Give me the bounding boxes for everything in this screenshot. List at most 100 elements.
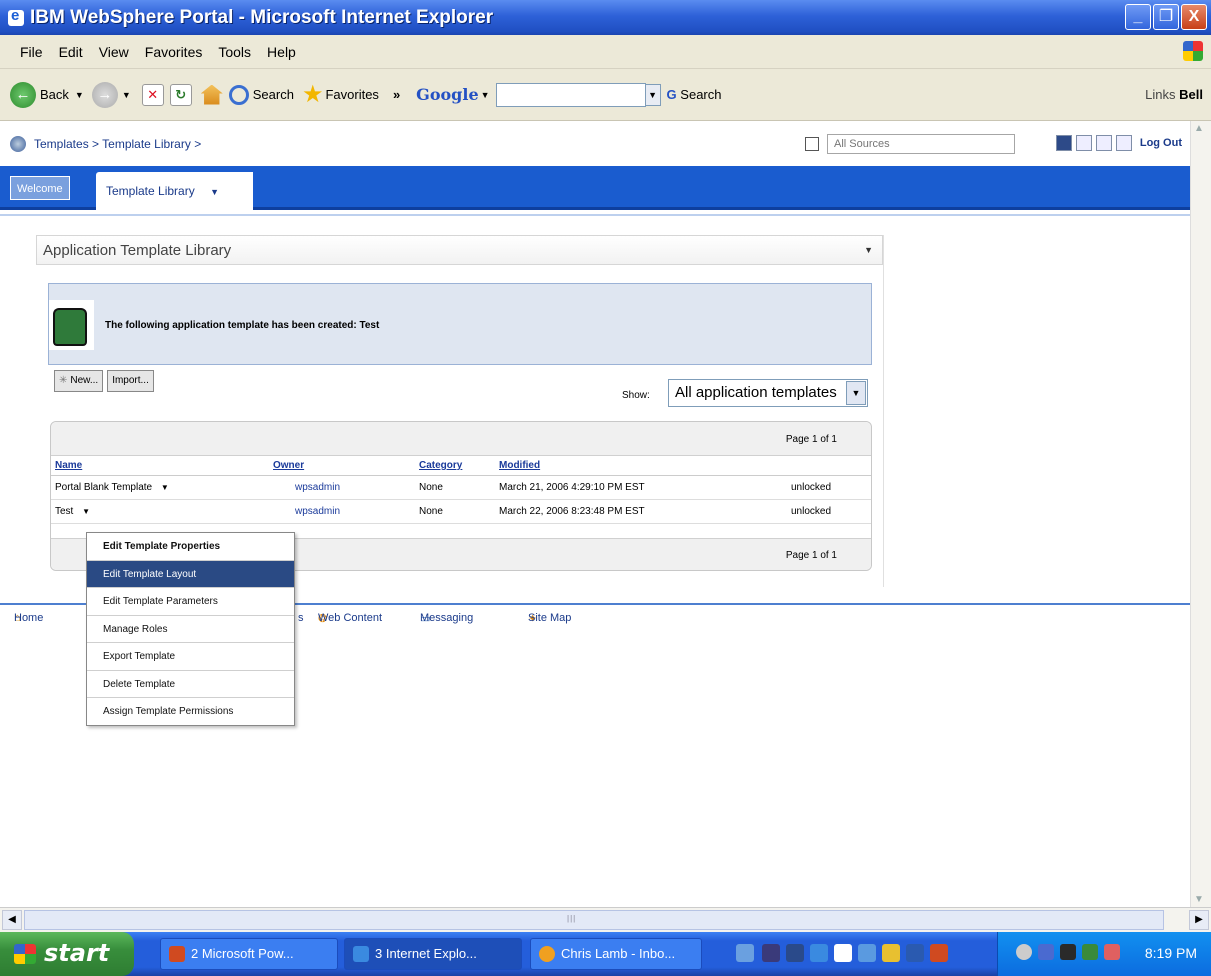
favorites-button[interactable]: ★ Favorites [302, 80, 379, 109]
scroll-left-icon[interactable]: ◀ [2, 910, 22, 930]
column-name[interactable]: Name [55, 460, 82, 471]
horizontal-scroll-thumb[interactable] [24, 910, 1164, 930]
menu-view[interactable]: View [99, 44, 129, 60]
close-button[interactable]: X [1181, 4, 1207, 30]
menu-item-edit-properties[interactable]: Edit Template Properties [87, 533, 294, 561]
help-icon[interactable] [1115, 135, 1132, 151]
menu-item-assign-permissions[interactable]: Assign Template Permissions [87, 698, 294, 726]
new-page-icon[interactable] [1075, 135, 1092, 151]
menu-tools[interactable]: Tools [218, 44, 251, 60]
tab-template-library[interactable]: Template Library ▼ [96, 172, 253, 210]
quicklaunch-icon-4[interactable] [810, 944, 828, 962]
row-owner[interactable]: wpsadmin [295, 506, 340, 517]
header-actions: Log Out [1055, 135, 1182, 151]
import-button[interactable]: Import... [107, 370, 154, 392]
task-ie-label: 3 Internet Explo... [375, 946, 477, 961]
tab-template-library-label: Template Library [106, 184, 195, 198]
links-bar[interactable]: Links Bell [1145, 87, 1203, 102]
horizontal-scrollbar[interactable]: ◀ ||| ▶ [0, 907, 1211, 932]
edit-page-icon[interactable] [1095, 135, 1112, 151]
bell-link[interactable]: Bell [1179, 87, 1203, 102]
restore-button[interactable]: ❐ [1153, 4, 1179, 30]
task-internet-explorer[interactable]: 3 Internet Explo... [344, 938, 522, 970]
column-modified[interactable]: Modified [499, 460, 540, 471]
row-menu-icon[interactable]: ▼ [82, 507, 90, 516]
footer-hidden-link-fragment[interactable]: s [298, 612, 304, 624]
breadcrumb[interactable]: Templates > Template Library > [34, 137, 201, 151]
home-icon[interactable] [200, 84, 223, 105]
menu-edit[interactable]: Edit [59, 44, 83, 60]
chevron-down-icon[interactable]: ▼ [846, 381, 866, 405]
toolbar-chevron[interactable]: » [393, 87, 400, 102]
tab-welcome[interactable]: Welcome [10, 176, 70, 200]
row-name: Test [55, 506, 74, 517]
menu-file[interactable]: File [20, 44, 43, 60]
vertical-scrollbar[interactable]: ▲ ▼ [1190, 121, 1211, 907]
tray-icon-4[interactable] [1082, 944, 1098, 960]
google-dropdown-icon[interactable]: ▼ [481, 90, 490, 100]
quicklaunch-icon-6[interactable] [858, 944, 876, 962]
forward-dropdown-icon[interactable]: ▼ [122, 90, 131, 100]
star-icon: ★ [301, 81, 324, 108]
quicklaunch-icon-3[interactable] [786, 944, 804, 962]
windows-logo-icon [1183, 41, 1203, 61]
logout-link[interactable]: Log Out [1140, 137, 1182, 149]
search-go-icon[interactable] [1055, 135, 1072, 151]
google-search-button[interactable]: G Search [667, 87, 722, 102]
portlet-menu-icon[interactable]: ▼ [864, 245, 873, 255]
tray-icon-2[interactable] [1038, 944, 1054, 960]
stop-icon[interactable]: ✕ [141, 83, 164, 106]
row-owner[interactable]: wpsadmin [295, 482, 340, 493]
powerpoint-quicklaunch-icon[interactable] [930, 944, 948, 962]
search-scope-icon[interactable] [805, 137, 819, 151]
google-search-input[interactable] [495, 82, 646, 107]
row-name-cell[interactable]: Test ▼ [55, 506, 90, 517]
row-menu-icon[interactable]: ▼ [161, 483, 169, 492]
scroll-right-icon[interactable]: ▶ [1189, 910, 1209, 930]
menu-item-edit-layout[interactable]: Edit Template Layout [87, 560, 294, 588]
menu-favorites[interactable]: Favorites [145, 44, 203, 60]
tray-icon-5[interactable] [1104, 944, 1120, 960]
tray-icon-1[interactable] [1016, 944, 1032, 960]
google-logo[interactable]: Google [416, 85, 478, 104]
column-category[interactable]: Category [419, 460, 462, 471]
tab-menu-icon[interactable]: ▼ [210, 187, 219, 197]
column-owner[interactable]: Owner [273, 460, 304, 471]
menu-item-delete[interactable]: Delete Template [87, 671, 294, 698]
quicklaunch-icon-7[interactable] [882, 944, 900, 962]
scroll-up-icon[interactable]: ▲ [1194, 123, 1208, 134]
task-powerpoint[interactable]: 2 Microsoft Pow... [160, 938, 338, 970]
search-button[interactable]: Search [228, 84, 294, 105]
row-modified: March 22, 2006 8:23:48 PM EST [499, 506, 645, 517]
back-dropdown-icon[interactable]: ▼ [75, 90, 84, 100]
word-icon[interactable] [906, 944, 924, 962]
start-button[interactable]: start [0, 932, 134, 976]
message-text: The following application template has b… [105, 320, 380, 331]
menu-item-manage-roles[interactable]: Manage Roles [87, 616, 294, 643]
menu-item-export[interactable]: Export Template [87, 643, 294, 671]
menu-help[interactable]: Help [267, 44, 296, 60]
window-titlebar: IBM WebSphere Portal - Microsoft Interne… [0, 0, 1211, 35]
favorites-label: Favorites [325, 87, 379, 102]
task-email[interactable]: Chris Lamb - Inbo... [530, 938, 702, 970]
google-search-dropdown[interactable]: ▼ [644, 83, 661, 106]
scroll-down-icon[interactable]: ▼ [1194, 894, 1208, 905]
back-button[interactable]: ← Back ▼ [0, 81, 84, 108]
tray-icon-3[interactable] [1060, 944, 1076, 960]
forward-button[interactable]: → ▼ [91, 81, 131, 108]
menu-item-edit-parameters[interactable]: Edit Template Parameters [87, 588, 294, 616]
back-arrow-icon: ← [10, 81, 36, 108]
row-name: Portal Blank Template [55, 482, 153, 493]
quicklaunch-icon-1[interactable] [736, 944, 754, 962]
new-button[interactable]: ✳ New... [54, 370, 104, 392]
portal-search-input[interactable] [827, 134, 1015, 154]
refresh-icon[interactable]: ↻ [169, 83, 192, 106]
row-status: unlocked [791, 482, 832, 493]
row-name-cell[interactable]: Portal Blank Template ▼ [55, 482, 169, 493]
portlet-title: Application Template Library [43, 242, 232, 259]
quicklaunch-icon-5[interactable] [834, 944, 852, 962]
quicklaunch-icon-2[interactable] [762, 944, 780, 962]
show-select[interactable]: All application templates ▼ [668, 379, 868, 407]
clock: 8:19 PM [1144, 945, 1197, 961]
minimize-button[interactable]: _ [1125, 4, 1151, 30]
